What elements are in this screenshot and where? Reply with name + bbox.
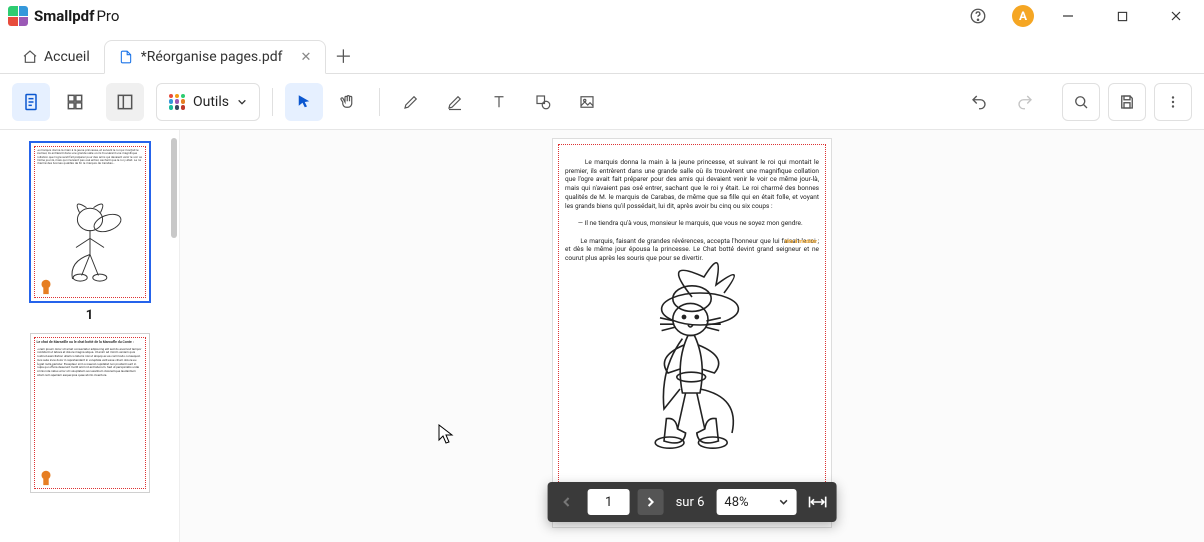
avatar-initial: A (1019, 9, 1027, 23)
app-logo (8, 6, 28, 26)
page-paragraph-1: Le marquis donna la main à la jeune prin… (565, 158, 821, 210)
view-sidebar-button[interactable] (106, 83, 144, 121)
cat-illustration (612, 249, 772, 473)
source-badge: tête à modeler (785, 239, 817, 246)
undo-button[interactable] (960, 83, 998, 121)
redo-button[interactable] (1006, 83, 1044, 121)
new-tab-button[interactable]: ＋ (326, 39, 360, 73)
avatar[interactable]: A (1012, 5, 1034, 27)
tab-close-button[interactable]: ✕ (300, 50, 311, 65)
fit-width-icon (808, 495, 826, 509)
more-vertical-icon (1164, 93, 1182, 111)
thumbnail-2[interactable]: Le chat de Marseille ou le chat botté de… (30, 333, 150, 493)
tab-home[interactable]: Accueil (8, 41, 104, 73)
page-canvas: Le marquis donna la main à la jeune prin… (552, 138, 832, 528)
fit-width-button[interactable] (804, 489, 830, 515)
page-paragraph-2: — Il ne tiendra qu'à vous, monsieur le m… (578, 219, 803, 227)
prev-page-button[interactable] (554, 489, 580, 515)
chevron-left-icon (561, 496, 573, 508)
separator (379, 88, 380, 116)
zoom-value: 48% (724, 495, 748, 510)
text-icon (490, 93, 508, 111)
minimize-button[interactable] (1048, 2, 1088, 30)
tools-dropdown[interactable]: Outils (156, 83, 260, 121)
corner-decoration (37, 468, 55, 486)
text-tool-button[interactable] (480, 83, 518, 121)
tools-icon (169, 94, 185, 110)
pen-icon (402, 93, 420, 111)
corner-decoration (37, 277, 55, 295)
tab-file[interactable]: *Réorganise pages.pdf ✕ (104, 40, 327, 74)
maximize-button[interactable] (1102, 2, 1142, 30)
thumbnails-sidebar[interactable]: Le marquis donna la main à la jeune prin… (0, 130, 180, 542)
grid-icon (65, 92, 85, 112)
image-icon (578, 93, 596, 111)
sidebar-scrollbar[interactable] (171, 138, 177, 238)
undo-icon (970, 93, 988, 111)
next-page-button[interactable] (638, 489, 664, 515)
brand-name: Smallpdf (34, 7, 94, 25)
view-grid-button[interactable] (56, 83, 94, 121)
shape-icon (534, 93, 552, 111)
page-viewer[interactable]: Le marquis donna la main à la jeune prin… (180, 130, 1204, 542)
save-icon (1118, 93, 1136, 111)
chevron-right-icon (645, 496, 657, 508)
chevron-down-icon (778, 497, 788, 507)
pan-tool-button[interactable] (329, 83, 367, 121)
image-tool-button[interactable] (568, 83, 606, 121)
thumbnail-1[interactable]: Le marquis donna la main à la jeune prin… (30, 142, 150, 323)
tab-file-label: *Réorganise pages.pdf (141, 49, 283, 65)
cursor-icon (295, 93, 313, 111)
redo-icon (1016, 93, 1034, 111)
highlighter-icon (446, 93, 464, 111)
select-tool-button[interactable] (285, 83, 323, 121)
close-window-button[interactable] (1156, 2, 1196, 30)
view-single-page-button[interactable] (12, 83, 50, 121)
chevron-down-icon (237, 97, 247, 107)
search-button[interactable] (1062, 83, 1100, 121)
cat-illustration-thumb (55, 188, 125, 286)
page-icon (21, 92, 41, 112)
hand-icon (339, 93, 357, 111)
help-button[interactable] (958, 2, 998, 30)
shape-tool-button[interactable] (524, 83, 562, 121)
page-navigator: sur 6 48% (548, 482, 837, 522)
tools-label: Outils (193, 94, 229, 110)
mouse-cursor (438, 424, 454, 444)
separator (272, 88, 273, 116)
page-number-input[interactable] (588, 489, 630, 515)
highlight-tool-button[interactable] (436, 83, 474, 121)
file-icon (119, 50, 133, 64)
sidebar-icon (115, 92, 135, 112)
tab-home-label: Accueil (44, 49, 90, 65)
home-icon (22, 49, 38, 65)
page-count-label: sur 6 (672, 495, 709, 510)
search-icon (1072, 93, 1090, 111)
thumbnail-label-1: 1 (30, 308, 150, 323)
more-menu-button[interactable] (1154, 83, 1192, 121)
brand-pro: Pro (96, 7, 119, 25)
zoom-dropdown[interactable]: 48% (716, 489, 796, 515)
save-button[interactable] (1108, 83, 1146, 121)
pen-tool-button[interactable] (392, 83, 430, 121)
